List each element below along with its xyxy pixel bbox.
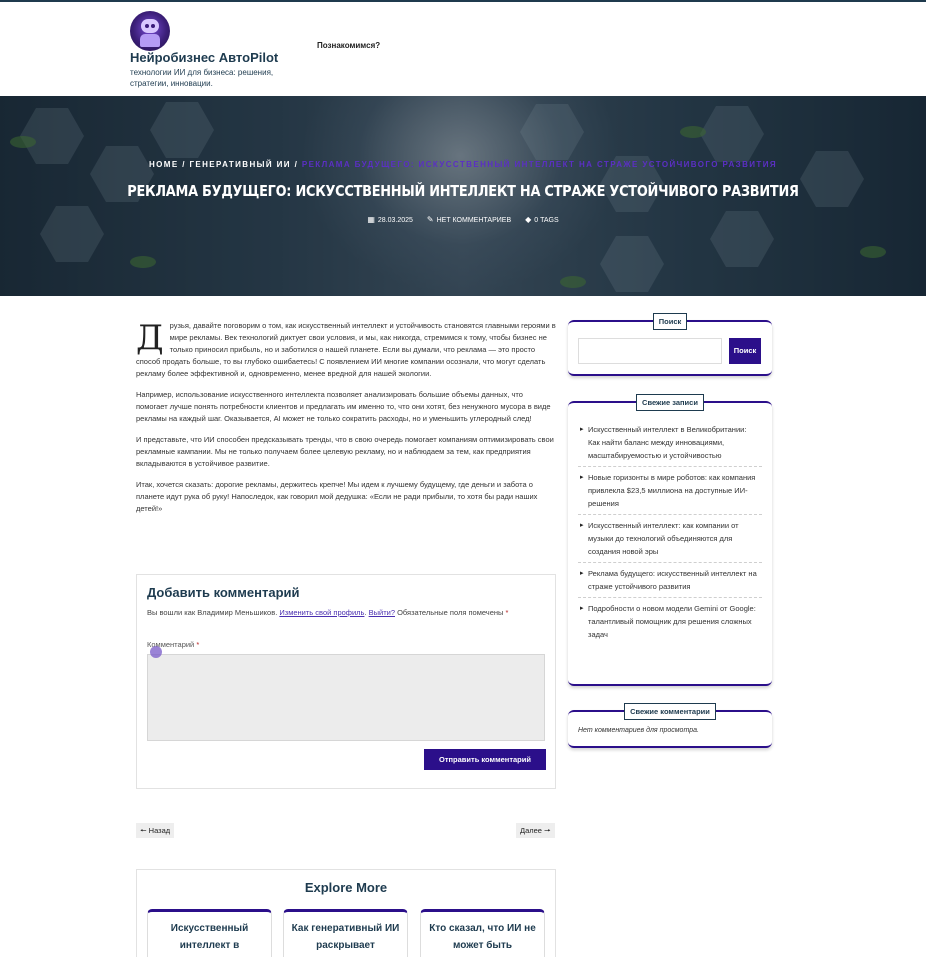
mouse-cursor-indicator — [150, 646, 162, 658]
search-button[interactable]: Поиск — [729, 338, 761, 364]
comment-form: Добавить комментарий Вы вошли как Владим… — [136, 574, 556, 789]
prev-post-button[interactable]: 🠔 Назад — [136, 823, 175, 838]
recent-posts-title: Свежие записи — [636, 394, 704, 411]
post-date[interactable]: ▦ 28.03.2025 — [367, 215, 415, 224]
breadcrumb-current: РЕКЛАМА БУДУЩЕГО: ИСКУССТВЕННЫЙ ИНТЕЛЛЕК… — [301, 160, 778, 169]
article-body: Друзья, давайте поговорим о том, как иск… — [136, 320, 556, 524]
calendar-icon: ▦ — [367, 215, 375, 224]
explore-more-title: Explore More — [304, 880, 388, 895]
required-mark: * — [505, 608, 509, 617]
site-logo[interactable] — [130, 11, 170, 51]
breadcrumb-category[interactable]: ГЕНЕРАТИВНЫЙ ИИ — [189, 160, 291, 169]
explore-card[interactable]: Искусственный интеллект в — [147, 909, 272, 957]
comment-form-title: Добавить комментарий — [147, 585, 300, 600]
recent-posts-list: ▸ Искусственный интеллект в Великобритан… — [578, 419, 762, 645]
recent-comments-title: Свежие комментарии — [624, 703, 716, 720]
comments-icon: ✎ — [426, 215, 434, 224]
edit-profile-link[interactable]: Изменить свой профиль — [279, 608, 364, 617]
arrow-left-icon: 🠔 — [140, 826, 147, 835]
logged-in-note: Вы вошли как Владимир Меньшиков. Изменит… — [147, 608, 509, 617]
required-note: Обязательные поля помечены — [397, 608, 504, 617]
article-paragraph: Друзья, давайте поговорим о том, как иск… — [136, 320, 556, 380]
robot-eye-icon — [151, 24, 155, 28]
recent-posts-widget: Свежие записи ▸ Искусственный интеллект … — [568, 394, 772, 686]
post-date-text: 28.03.2025 — [377, 217, 413, 224]
explore-card[interactable]: Кто сказал, что ИИ не может быть веселым… — [420, 909, 545, 957]
robot-eye-icon — [145, 24, 149, 28]
post-comments[interactable]: ✎ НЕТ КОММЕНТАРИЕВ — [426, 215, 513, 224]
explore-card[interactable]: Как генеративный ИИ раскрывает потенциал — [283, 909, 408, 957]
site-header: Нейробизнес АвтоPilot технологии ИИ для … — [0, 2, 926, 96]
article-paragraph-text: рузья, давайте поговорим о том, как иску… — [136, 321, 556, 378]
recent-comments-title-wrap: Свежие комментарии — [568, 701, 772, 720]
post-comments-text: НЕТ КОММЕНТАРИЕВ — [436, 217, 512, 224]
recent-posts-title-wrap: Свежие записи — [568, 392, 772, 411]
recent-post-link[interactable]: Подробности о новом модели Gemini от Goo… — [588, 604, 756, 639]
bullet-icon: ▸ — [580, 426, 584, 433]
article-paragraph: Итак, хочется сказать: дорогие рекламы, … — [136, 480, 538, 513]
recent-post-item[interactable]: ▸ Реклама будущего: искусственный интелл… — [578, 563, 762, 598]
bullet-icon: ▸ — [580, 474, 584, 481]
breadcrumb: HOME / ГЕНЕРАТИВНЫЙ ИИ / РЕКЛАМА БУДУЩЕГ… — [0, 160, 926, 169]
bullet-icon: ▸ — [580, 605, 584, 612]
breadcrumb-home[interactable]: HOME — [149, 160, 179, 169]
search-widget: Поиск Поиск — [568, 313, 772, 376]
breadcrumb-separator: / — [182, 160, 186, 169]
post-meta: ▦ 28.03.2025 ✎ НЕТ КОММЕНТАРИЕВ ◆ 0 TAGS — [0, 215, 926, 224]
recent-post-item[interactable]: ▸ Подробности о новом модели Gemini от G… — [578, 598, 762, 645]
tag-icon: ◆ — [525, 215, 532, 224]
recent-post-link[interactable]: Искусственный интеллект: как компании от… — [588, 521, 739, 556]
article-paragraph: Например, использование искусственного и… — [136, 390, 551, 423]
required-mark: * — [196, 640, 200, 649]
submit-comment-button[interactable]: Отправить комментарий — [424, 749, 546, 770]
recent-post-item[interactable]: ▸ Искусственный интеллект: как компании … — [578, 515, 762, 563]
search-input[interactable] — [578, 338, 722, 364]
logged-in-text: Вы вошли как Владимир Меньшиков. — [147, 608, 278, 617]
recent-post-link[interactable]: Искусственный интеллект в Великобритании… — [588, 425, 746, 460]
recent-comments-widget: Свежие комментарии Нет комментариев для … — [568, 703, 772, 748]
site-description: технологии ИИ для бизнеса: решения, стра… — [130, 68, 274, 88]
post-tags-text: 0 TAGS — [534, 217, 559, 224]
robot-head-icon — [141, 19, 159, 33]
comment-textarea[interactable] — [147, 654, 545, 741]
page-title: РЕКЛАМА БУДУЩЕГО: ИСКУССТВЕННЫЙ ИНТЕЛЛЕК… — [127, 182, 799, 200]
bullet-icon: ▸ — [580, 522, 584, 529]
explore-more: Explore More Искусственный интеллект в К… — [136, 869, 556, 957]
recent-post-link[interactable]: Новые горизонты в мире роботов: как комп… — [588, 473, 755, 508]
next-post-label: Далее — [520, 826, 542, 835]
search-widget-title-wrap: Поиск — [568, 311, 772, 330]
site-title[interactable]: Нейробизнес АвтоPilot — [130, 50, 278, 65]
dropcap: Д — [136, 318, 164, 358]
no-comments-text: Нет комментариев для просмотра. — [578, 727, 699, 734]
bullet-icon: ▸ — [580, 570, 584, 577]
logout-link[interactable]: Выйти? — [369, 608, 395, 617]
post-tags: ◆ 0 TAGS — [525, 215, 559, 224]
arrow-right-icon: 🠖 — [544, 826, 551, 835]
recent-post-item[interactable]: ▸ Искусственный интеллект в Великобритан… — [578, 419, 762, 467]
search-widget-title: Поиск — [652, 313, 688, 330]
article-paragraph: И представьте, что ИИ способен предсказы… — [136, 435, 554, 468]
robot-body-icon — [140, 34, 160, 47]
nav-item-about[interactable]: Познакомимся? — [317, 41, 380, 50]
hero-banner: HOME / ГЕНЕРАТИВНЫЙ ИИ / РЕКЛАМА БУДУЩЕГ… — [0, 96, 926, 296]
recent-post-link[interactable]: Реклама будущего: искусственный интеллек… — [588, 569, 757, 591]
recent-post-item[interactable]: ▸ Новые горизонты в мире роботов: как ко… — [578, 467, 762, 515]
next-post-button[interactable]: Далее 🠖 — [516, 823, 555, 838]
prev-post-label: Назад — [148, 826, 171, 835]
breadcrumb-separator: / — [294, 160, 299, 169]
